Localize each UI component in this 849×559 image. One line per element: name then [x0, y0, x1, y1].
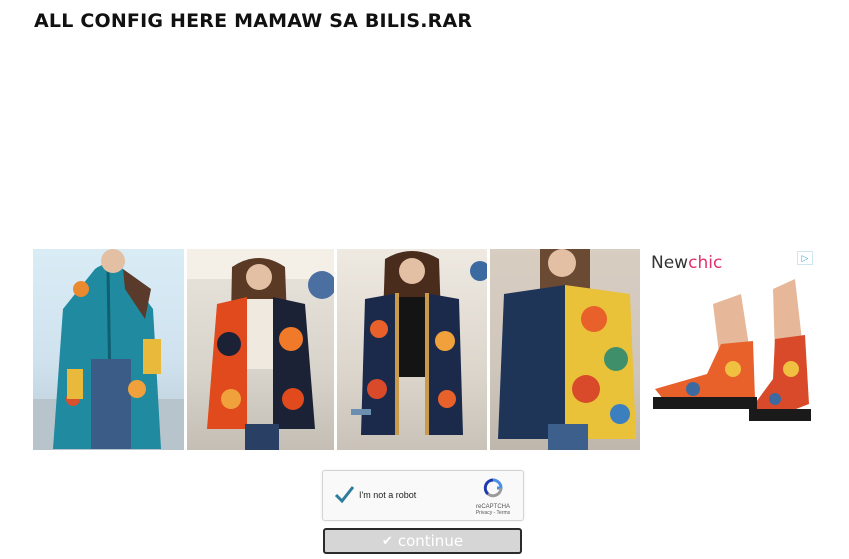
- teal-coat-image: [33, 249, 184, 450]
- recaptcha-icon: [483, 478, 503, 498]
- recaptcha-privacy-terms[interactable]: Privacy - Terms: [469, 510, 517, 516]
- adchoices-icon[interactable]: ▷: [797, 251, 813, 265]
- floral-boots-image: [653, 279, 811, 421]
- product-image-teal-coat[interactable]: [33, 249, 184, 450]
- recaptcha-widget[interactable]: I'm not a robot reCAPTCHA Privacy - Term…: [322, 470, 524, 521]
- checkmark-icon[interactable]: [333, 483, 355, 505]
- check-icon: ✔: [381, 533, 393, 549]
- product-image-patchwork-shirt[interactable]: [490, 249, 640, 450]
- patchwork-shirt-image: [498, 249, 636, 450]
- product-image-floral-boots[interactable]: Newchic ▷: [643, 249, 815, 450]
- patterned-cardigan-image: [187, 249, 334, 450]
- recaptcha-logo: reCAPTCHA Privacy - Terms: [469, 478, 517, 516]
- floral-jacket-image: [351, 251, 487, 435]
- recaptcha-label: I'm not a robot: [359, 490, 417, 500]
- continue-label: continue: [397, 532, 464, 550]
- product-image-patterned-cardigan[interactable]: [187, 249, 334, 450]
- ad-banner[interactable]: Newchic ▷: [33, 249, 815, 450]
- newchic-logo: Newchic: [651, 253, 723, 273]
- page-title: ALL CONFIG HERE MAMAW SA BILIS.RAR: [34, 10, 473, 32]
- continue-button[interactable]: ✔ continue: [323, 528, 522, 554]
- product-image-floral-jacket[interactable]: [337, 249, 487, 450]
